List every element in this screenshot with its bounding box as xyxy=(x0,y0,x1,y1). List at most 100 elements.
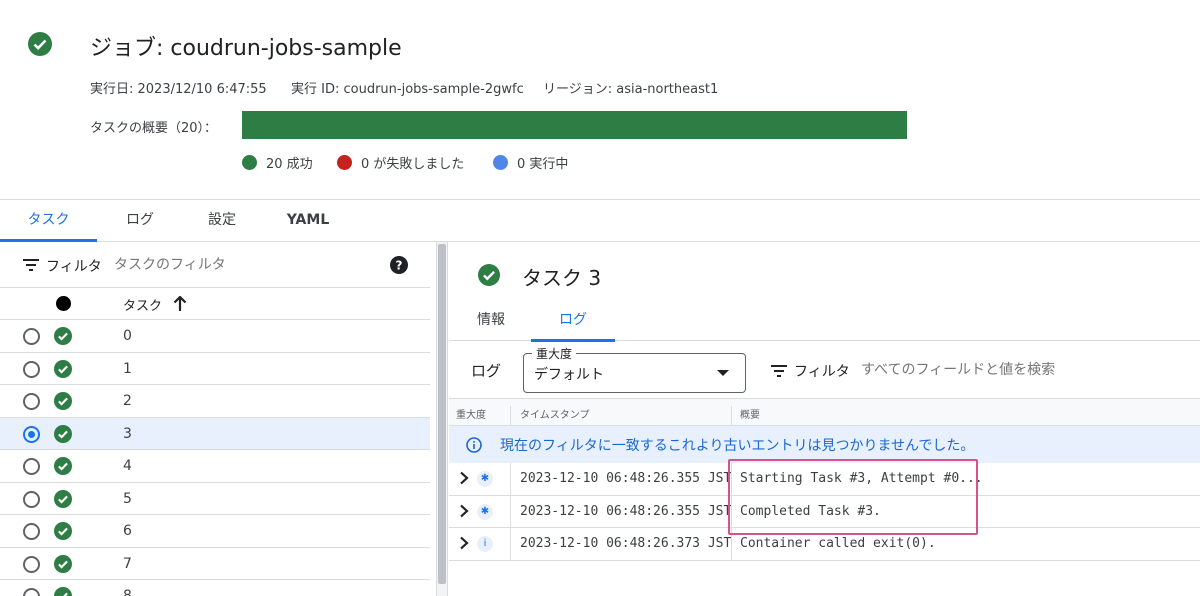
table-row[interactable]: 0 xyxy=(0,320,430,353)
info-icon: i xyxy=(477,536,493,552)
chevron-right-icon[interactable] xyxy=(458,471,470,485)
tab-info[interactable]: 情報 xyxy=(463,299,519,341)
tab-yaml[interactable]: YAML xyxy=(278,200,338,241)
success-check-icon xyxy=(478,264,500,286)
row-radio[interactable] xyxy=(23,523,40,540)
main-tabs: タスク ログ 設定 YAML xyxy=(0,200,1200,242)
task-summary-label: タスクの概要（20）： xyxy=(90,121,218,136)
row-radio[interactable] xyxy=(23,458,40,475)
table-row[interactable]: 8 xyxy=(0,580,430,596)
chevron-right-icon[interactable] xyxy=(458,536,470,550)
log-timestamp: 2023-12-10 06:48:26.355 JST xyxy=(520,471,732,486)
row-radio[interactable] xyxy=(23,588,40,596)
svg-text:?: ? xyxy=(396,259,403,273)
filter-icon[interactable] xyxy=(22,257,40,273)
info-banner: 現在のフィルタに一致するこれより古いエントリは見つかりませんでした。 xyxy=(449,426,1200,463)
success-dot-icon xyxy=(242,155,257,170)
dropdown-arrow-icon xyxy=(717,370,729,376)
row-radio[interactable] xyxy=(23,360,40,378)
task-number: 2 xyxy=(123,393,132,409)
severity-label: 重大度 xyxy=(532,345,577,362)
help-icon[interactable]: ? xyxy=(390,256,408,274)
highlight-box xyxy=(728,459,978,535)
log-filter-label[interactable]: フィルタ xyxy=(794,361,850,381)
status-dot-icon xyxy=(56,296,71,311)
task-number: 0 xyxy=(123,328,132,344)
filter-label[interactable]: フィルタ xyxy=(46,256,102,276)
task-number: 4 xyxy=(123,458,132,474)
row-radio[interactable] xyxy=(23,328,40,345)
success-check-icon xyxy=(54,489,72,508)
task-number: 3 xyxy=(123,425,132,442)
table-row[interactable]: 3 xyxy=(0,417,430,450)
task-number: 7 xyxy=(123,555,132,572)
info-banner-text: 現在のフィルタに一致するこれより古いエントリは見つかりませんでした。 xyxy=(500,438,975,454)
column-timestamp[interactable]: タイムスタンプ xyxy=(520,406,590,421)
failed-dot-icon xyxy=(337,155,352,170)
scrollbar-thumb[interactable] xyxy=(438,244,446,584)
job-title: ジョブ: coudrun-jobs-sample xyxy=(90,36,402,61)
table-row[interactable]: 7 xyxy=(0,548,430,580)
row-radio[interactable] xyxy=(23,490,40,508)
legend-succeeded-label: 20 成功 xyxy=(266,157,313,172)
table-row[interactable]: 2 xyxy=(0,385,430,418)
log-label: ログ xyxy=(471,362,502,380)
log-search-input[interactable] xyxy=(861,357,1181,383)
region: リージョン: asia-northeast1 xyxy=(543,82,719,97)
task-detail-tabs: 情報 ログ xyxy=(449,299,1200,342)
task-table-header: タスク xyxy=(0,288,430,320)
severity-select[interactable]: 重大度 デフォルト xyxy=(523,345,746,393)
log-timestamp: 2023-12-10 06:48:26.355 JST xyxy=(520,503,732,519)
task-filter-input[interactable] xyxy=(114,252,374,278)
column-summary[interactable]: 概要 xyxy=(740,406,760,421)
tab-task-logs[interactable]: ログ xyxy=(531,299,615,342)
success-check-icon xyxy=(54,522,72,540)
table-row[interactable]: 6 xyxy=(0,515,430,548)
tab-tasks[interactable]: タスク xyxy=(0,200,97,242)
legend-failed: 0 が失敗しました xyxy=(337,153,464,172)
task-detail-title: タスク 3 xyxy=(522,266,602,290)
success-check-icon xyxy=(54,554,72,573)
task-number: 6 xyxy=(123,523,132,539)
task-number: 5 xyxy=(123,490,132,507)
task-filter-bar: フィルタ ? xyxy=(0,242,430,288)
task-number: 8 xyxy=(123,588,132,596)
tab-logs[interactable]: ログ xyxy=(110,200,170,241)
task-progress-bar xyxy=(242,111,907,139)
asterisk-icon: ✱ xyxy=(477,503,493,520)
task-progress-fill xyxy=(242,111,907,139)
tab-settings[interactable]: 設定 xyxy=(192,200,252,241)
table-row[interactable]: 1 xyxy=(0,353,430,385)
asterisk-icon: ✱ xyxy=(477,471,493,487)
task-number: 1 xyxy=(123,360,132,377)
filter-icon[interactable] xyxy=(770,363,788,379)
success-check-icon xyxy=(54,359,72,378)
column-task[interactable]: タスク xyxy=(123,295,162,314)
legend-running-label: 0 実行中 xyxy=(517,157,569,172)
task-detail-panel: タスク 3 情報 ログ ログ 重大度 デフォルト フィルタ 重大度 タイムスタン… xyxy=(449,242,1200,596)
log-table-header: 重大度 タイムスタンプ 概要 xyxy=(449,398,1200,432)
row-radio[interactable] xyxy=(23,393,40,410)
table-row[interactable]: 5 xyxy=(0,483,430,515)
run-date: 実行日: 2023/12/10 6:47:55 xyxy=(90,82,267,97)
log-timestamp: 2023-12-10 06:48:26.373 JST xyxy=(520,536,732,551)
column-severity[interactable]: 重大度 xyxy=(456,406,486,421)
info-icon xyxy=(466,437,482,453)
success-check-icon xyxy=(54,457,72,475)
chevron-right-icon[interactable] xyxy=(458,504,470,518)
success-check-icon xyxy=(54,587,72,596)
task-list-panel: フィルタ ? タスク 0 1 2 3 4 5 6 7 8 xyxy=(0,242,436,596)
job-header: ジョブ: coudrun-jobs-sample 実行日: 2023/12/10… xyxy=(0,0,1200,200)
row-radio[interactable] xyxy=(23,425,40,443)
success-check-icon xyxy=(54,327,72,345)
log-message: Container called exit(0). xyxy=(740,536,936,551)
arrow-up-icon[interactable] xyxy=(173,296,187,312)
legend-running: 0 実行中 xyxy=(493,153,568,172)
table-row[interactable]: 4 xyxy=(0,450,430,483)
row-radio[interactable] xyxy=(23,555,40,573)
success-check-icon xyxy=(54,424,72,443)
success-check-icon xyxy=(54,392,72,410)
legend-succeeded: 20 成功 xyxy=(242,153,313,172)
run-id: 実行 ID: coudrun-jobs-sample-2gwfc xyxy=(291,82,524,97)
legend-failed-label: 0 が失敗しました xyxy=(361,157,465,172)
